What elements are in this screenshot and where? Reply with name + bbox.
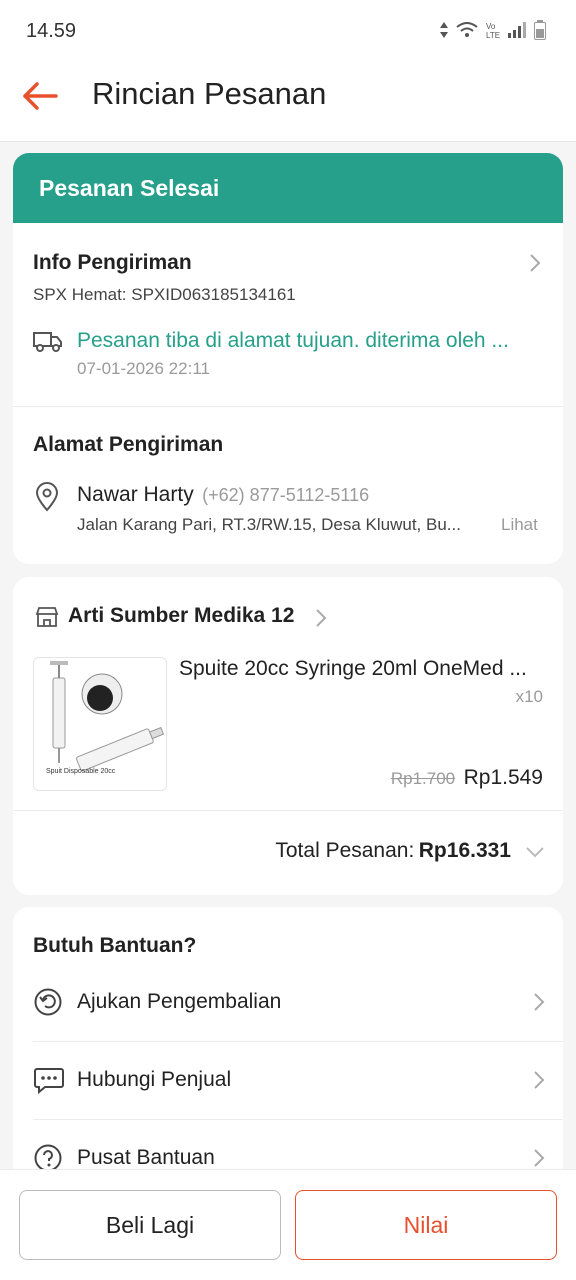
back-button[interactable] [18, 76, 62, 116]
svg-text:Vo: Vo [486, 22, 496, 31]
wifi-icon [456, 22, 478, 37]
location-pin-icon [35, 482, 59, 512]
order-status-label: Pesanan Selesai [39, 174, 220, 201]
app-header: Rincian Pesanan [0, 62, 576, 142]
return-icon [34, 988, 62, 1016]
chevron-down-icon [526, 847, 544, 858]
question-icon [34, 1144, 62, 1169]
order-total: Total Pesanan: Rp16.331 [275, 839, 511, 863]
chat-icon [34, 1068, 64, 1095]
rate-button[interactable]: Nilai [295, 1190, 557, 1260]
chevron-right-icon [530, 254, 541, 272]
order-total-row[interactable]: Total Pesanan: Rp16.331 [13, 811, 563, 895]
chevron-right-icon [534, 993, 545, 1011]
chevron-right-icon [534, 1071, 545, 1089]
help-item-label: Hubungi Penjual [77, 1068, 232, 1091]
product-price: Rp1.549 [463, 766, 543, 789]
truck-icon [33, 332, 62, 352]
page-title: Rincian Pesanan [92, 76, 327, 111]
help-item-help-center[interactable]: Pusat Bantuan [33, 1119, 563, 1169]
product-name[interactable]: Spuite 20cc Syringe 20ml OneMed ... [179, 657, 527, 681]
address-detail: Jalan Karang Pari, RT.3/RW.15, Desa Kluw… [77, 515, 461, 534]
product-card: Arti Sumber Medika 12 Spuit Disposable 2… [13, 577, 563, 895]
status-bar: 14.59 Vo LTE [0, 0, 576, 62]
recipient-phone: (+62) 877-5112-5116 [202, 485, 370, 505]
address-section: Alamat Pengiriman Nawar Harty (+62) 877-… [13, 407, 563, 564]
order-total-value: Rp16.331 [418, 839, 511, 862]
shop-name: Arti Sumber Medika 12 [68, 604, 295, 627]
product-quantity: x10 [515, 687, 543, 706]
buy-again-button[interactable]: Beli Lagi [19, 1190, 281, 1260]
shipping-info-title: Info Pengiriman [33, 251, 192, 274]
recipient-name: Nawar Harty [77, 483, 194, 506]
help-item-return[interactable]: Ajukan Pengembalian [33, 963, 563, 1041]
address-title: Alamat Pengiriman [33, 433, 224, 456]
chevron-right-icon [534, 1149, 545, 1167]
data-arrows-icon [440, 22, 448, 38]
shop-header[interactable]: Arti Sumber Medika 12 [13, 577, 343, 657]
store-icon [35, 607, 59, 627]
shipping-info-section[interactable]: Info Pengiriman SPX Hemat: SPXID06318513… [13, 223, 563, 406]
recipient-line: Nawar Harty (+62) 877-5112-5116 [77, 483, 369, 507]
product-image-caption: Spuit Disposable 20cc [46, 768, 116, 775]
help-item-chat-seller[interactable]: Hubungi Penjual [33, 1041, 563, 1119]
help-item-label: Ajukan Pengembalian [77, 990, 282, 1013]
order-info-card: Pesanan Selesai Info Pengiriman SPX Hema… [13, 153, 563, 564]
order-status-banner: Pesanan Selesai [13, 153, 563, 223]
arrow-left-icon [23, 82, 58, 110]
status-icons: Vo LTE [440, 20, 546, 40]
battery-icon [534, 20, 546, 40]
tracking-status-text: Pesanan tiba di alamat tujuan. diterima … [77, 329, 509, 352]
product-original-price: Rp1.700 [390, 769, 456, 788]
bottom-action-bar: Beli Lagi Nilai [0, 1169, 576, 1280]
tracking-time: 07-01-2026 22:11 [77, 359, 210, 378]
order-total-label: Total Pesanan: [275, 839, 415, 862]
product-price-line: Rp1.700 Rp1.549 [391, 766, 543, 790]
courier-tracking-number: SPX Hemat: SPXID063185134161 [33, 285, 296, 304]
help-item-label: Pusat Bantuan [77, 1146, 215, 1169]
help-card: Butuh Bantuan? Ajukan Pengembalian Hubun… [13, 907, 563, 1169]
see-more-link[interactable]: Lihat [501, 515, 538, 535]
help-title: Butuh Bantuan? [33, 934, 197, 957]
signal-icon [508, 22, 526, 38]
chevron-right-icon [316, 609, 327, 627]
volte-icon: VoLTE [486, 22, 500, 39]
status-time: 14.59 [26, 20, 77, 42]
product-thumbnail[interactable]: Spuit Disposable 20cc [33, 657, 167, 791]
svg-text:LTE: LTE [486, 31, 500, 39]
